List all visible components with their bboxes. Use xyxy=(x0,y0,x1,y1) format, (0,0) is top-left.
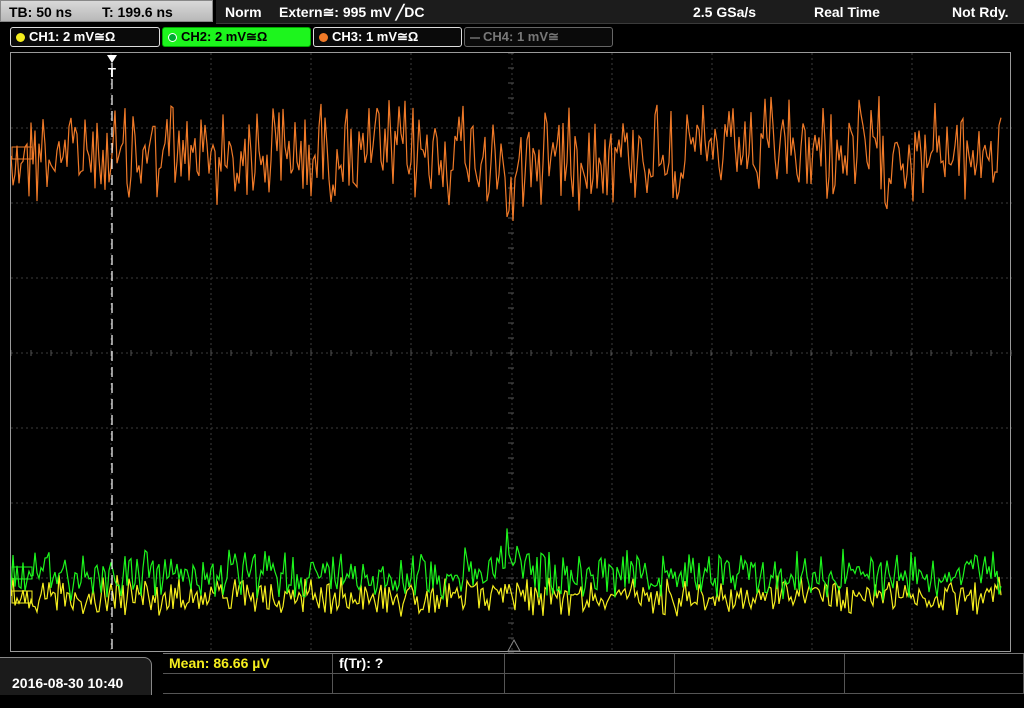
measurement-slot-10[interactable] xyxy=(845,674,1024,694)
ch3-offset-marker-icon[interactable] xyxy=(11,146,33,160)
trigger-time-readout: T: 199.6 ns xyxy=(102,4,173,20)
bottom-bar: 2016-08-30 10:40 Mean: 86.66 µV f(Tr): ? xyxy=(0,653,1024,695)
measurement-slot-9[interactable] xyxy=(675,674,845,694)
measurement-slot-6[interactable] xyxy=(163,674,333,694)
waveform-display[interactable]: T xyxy=(10,52,1012,653)
measurement-slot-3[interactable] xyxy=(505,654,675,674)
run-status: Not Rdy. xyxy=(952,4,1009,20)
acquisition-status-bar: Norm Extern≅: 995 mV ╱DC 2.5 GSa/s Real … xyxy=(216,0,1024,24)
channel-tab-ch2[interactable]: CH2: 2 mV≅Ω xyxy=(162,27,311,47)
trigger-marker-label: T xyxy=(108,65,116,80)
date-time: 2016-08-30 10:40 xyxy=(0,657,152,695)
trigger-source[interactable]: Extern≅: 995 mV ╱DC xyxy=(279,0,424,24)
channel-tabs: CH1: 2 mV≅Ω CH2: 2 mV≅Ω CH3: 1 mV≅Ω CH4:… xyxy=(0,24,1024,50)
trigger-mode[interactable]: Norm xyxy=(225,0,262,24)
ch4-label: CH4: 1 mV≅ xyxy=(483,29,559,44)
ch2-indicator-icon xyxy=(168,33,177,42)
channel-tab-ch3[interactable]: CH3: 1 mV≅Ω xyxy=(313,27,462,47)
ch4-indicator-icon xyxy=(470,37,480,39)
ch1-trace xyxy=(11,574,1002,617)
measurement-slot-8[interactable] xyxy=(505,674,675,694)
ch3-label: CH3: 1 mV≅Ω xyxy=(332,29,419,44)
measurement-slot-5[interactable] xyxy=(845,654,1024,674)
channel-tab-ch1[interactable]: CH1: 2 mV≅Ω xyxy=(10,27,160,47)
trigger-level-icon xyxy=(507,638,521,652)
ch1-indicator-icon xyxy=(16,33,25,42)
ch1-label: CH1: 2 mV≅Ω xyxy=(29,29,116,44)
ch3-indicator-icon xyxy=(319,33,328,42)
ch3-trace xyxy=(11,96,1002,222)
timebase-box[interactable]: TB: 50 ns T: 199.6 ns xyxy=(0,0,213,22)
measurement-slot-7[interactable] xyxy=(333,674,505,694)
measurement-f-tr[interactable]: f(Tr): ? xyxy=(333,654,505,674)
channel-tab-ch4[interactable]: CH4: 1 mV≅ xyxy=(464,27,613,47)
graticule: T xyxy=(11,53,1012,653)
trigger-position-icon[interactable] xyxy=(107,55,117,63)
measurement-slot-4[interactable] xyxy=(675,654,845,674)
measurement-table: Mean: 86.66 µV f(Tr): ? xyxy=(163,653,1024,695)
top-status-bar: TB: 50 ns T: 199.6 ns Norm Extern≅: 995 … xyxy=(0,0,1024,24)
acquisition-mode[interactable]: Real Time xyxy=(814,0,880,24)
channel-offset-markers xyxy=(11,146,33,604)
ch2-label: CH2: 2 mV≅Ω xyxy=(181,29,268,44)
timebase-readout: TB: 50 ns xyxy=(9,4,73,20)
sample-rate[interactable]: 2.5 GSa/s xyxy=(693,0,756,24)
measurement-mean[interactable]: Mean: 86.66 µV xyxy=(163,654,333,674)
